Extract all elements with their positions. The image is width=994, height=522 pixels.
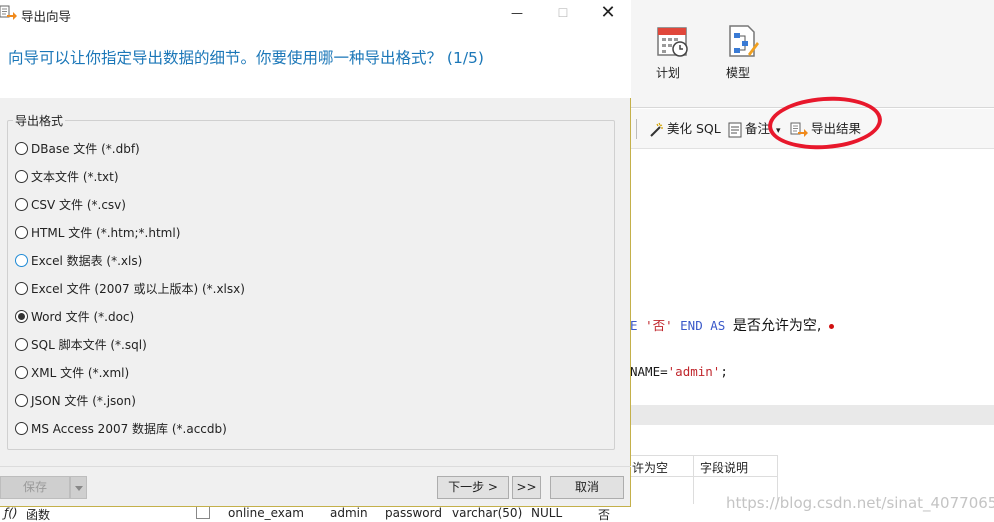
ribbon: 计划 模型 bbox=[630, 0, 994, 108]
wizard-instruction: 向导可以让你指定导出数据的细节。你要使用哪一种导出格式？ (1/5) bbox=[8, 49, 484, 67]
format-option-label: Excel 文件 (2007 或以上版本) (*.xlsx) bbox=[31, 281, 245, 296]
sql-keyword: END AS bbox=[672, 318, 733, 333]
beautify-sql-label: 美化 SQL bbox=[667, 121, 721, 136]
format-option-label: Word 文件 (*.doc) bbox=[31, 309, 135, 324]
sql-keyword: E bbox=[630, 318, 646, 333]
radio-button[interactable] bbox=[15, 421, 28, 435]
radio-button[interactable] bbox=[15, 141, 28, 155]
format-option-xlsx[interactable]: Excel 文件 (2007 或以上版本) (*.xlsx) bbox=[15, 279, 245, 297]
format-option-csv[interactable]: CSV 文件 (*.csv) bbox=[15, 195, 126, 213]
grid-cell[interactable]: varchar(50) bbox=[452, 506, 522, 520]
radio-button[interactable] bbox=[15, 337, 28, 351]
calendar-clock-icon bbox=[657, 27, 688, 57]
grid-cell[interactable]: NULL bbox=[531, 506, 562, 520]
minimize-button[interactable]: — bbox=[494, 0, 540, 28]
grid-cell[interactable]: online_exam bbox=[228, 506, 304, 520]
sql-text: ; bbox=[720, 364, 728, 379]
format-option-label: Excel 数据表 (*.xls) bbox=[31, 253, 143, 268]
format-option-dbf[interactable]: DBase 文件 (*.dbf) bbox=[15, 139, 140, 157]
beautify-sql-button[interactable]: 美化 SQL bbox=[648, 120, 721, 138]
sidebar-item-functions[interactable]: 函数 bbox=[26, 506, 50, 522]
format-option-xls[interactable]: Excel 数据表 (*.xls) bbox=[15, 251, 142, 269]
grid-cell[interactable]: 否 bbox=[598, 506, 610, 522]
sql-alias: 是否允许为空, bbox=[732, 318, 822, 334]
notes-icon bbox=[728, 122, 742, 137]
dialog-titlebar[interactable]: 导出向导 — ☐ ✕ bbox=[0, 0, 631, 28]
radio-button[interactable] bbox=[15, 309, 28, 323]
export-wizard-icon bbox=[0, 5, 17, 20]
sql-text: NAME= bbox=[630, 364, 668, 379]
format-option-html[interactable]: HTML 文件 (*.htm;*.html) bbox=[15, 223, 180, 241]
grid-column-header[interactable]: 许为空 bbox=[632, 459, 668, 476]
export-wizard-dialog: 导出向导 — ☐ ✕ 向导可以让你指定导出数据的细节。你要使用哪一种导出格式？ … bbox=[0, 0, 631, 507]
result-grid-header: 许为空 字段说明 bbox=[630, 455, 778, 477]
function-icon: ƒ() bbox=[4, 506, 18, 520]
dialog-title: 导出向导 bbox=[21, 9, 72, 24]
save-button[interactable]: 保存 bbox=[0, 476, 70, 499]
notes-label: 备注 bbox=[745, 121, 771, 136]
format-option-label: CSV 文件 (*.csv) bbox=[31, 197, 126, 212]
format-option-label: HTML 文件 (*.htm;*.html) bbox=[31, 225, 181, 240]
radio-button[interactable] bbox=[15, 253, 28, 267]
maximize-icon: ☐ bbox=[557, 6, 569, 20]
watermark: https://blog.csdn.net/sinat_40770656 bbox=[726, 494, 994, 512]
radio-button[interactable] bbox=[15, 393, 28, 407]
ribbon-model-label: 模型 bbox=[725, 66, 750, 80]
format-option-label: JSON 文件 (*.json) bbox=[31, 393, 136, 408]
format-option-sql[interactable]: SQL 脚本文件 (*.sql) bbox=[15, 335, 147, 353]
editor-band bbox=[630, 405, 994, 425]
format-option-txt[interactable]: 文本文件 (*.txt) bbox=[15, 167, 119, 185]
radio-button[interactable] bbox=[15, 281, 28, 295]
radio-button[interactable] bbox=[15, 197, 28, 211]
ribbon-schedule-button[interactable]: 计划 bbox=[638, 22, 698, 82]
cancel-button[interactable]: 取消 bbox=[550, 476, 624, 499]
radio-button[interactable] bbox=[15, 169, 28, 183]
last-step-button[interactable]: >> bbox=[512, 476, 541, 499]
close-button[interactable]: ✕ bbox=[585, 0, 631, 28]
grid-column-header[interactable]: 字段说明 bbox=[700, 459, 748, 476]
format-option-label: SQL 脚本文件 (*.sql) bbox=[31, 337, 147, 352]
sql-code-line: E '否' END AS 是否允许为空, bbox=[630, 315, 994, 335]
format-option-json[interactable]: JSON 文件 (*.json) bbox=[15, 391, 136, 409]
format-option-label: MS Access 2007 数据库 (*.accdb) bbox=[31, 421, 227, 436]
toolbar-separator bbox=[636, 119, 637, 139]
format-option-accdb[interactable]: MS Access 2007 数据库 (*.accdb) bbox=[15, 419, 227, 437]
sql-string: 'admin' bbox=[667, 364, 721, 379]
close-icon: ✕ bbox=[600, 2, 616, 23]
format-option-label: XML 文件 (*.xml) bbox=[31, 365, 130, 380]
format-option-label: 文本文件 (*.txt) bbox=[31, 169, 119, 184]
format-option-xml[interactable]: XML 文件 (*.xml) bbox=[15, 363, 129, 381]
grid-cell[interactable]: admin bbox=[330, 506, 368, 520]
export-format-group-label: 导出格式 bbox=[13, 112, 66, 129]
save-dropdown-button[interactable] bbox=[70, 476, 87, 499]
row-checkbox[interactable] bbox=[196, 505, 210, 519]
ribbon-model-button[interactable]: 模型 bbox=[708, 22, 768, 82]
ribbon-schedule-label: 计划 bbox=[655, 66, 680, 80]
maximize-button[interactable]: ☐ bbox=[540, 0, 586, 28]
next-button[interactable]: 下一步 > bbox=[437, 476, 509, 499]
radio-button[interactable] bbox=[15, 365, 28, 379]
radio-button[interactable] bbox=[15, 225, 28, 239]
sql-code-line: NAME='admin'; bbox=[630, 364, 994, 379]
magic-wand-icon bbox=[650, 122, 663, 137]
red-dot-annotation bbox=[829, 324, 835, 329]
model-diagram-icon bbox=[729, 25, 759, 57]
sql-string: '否' bbox=[645, 318, 673, 333]
footer-divider bbox=[0, 466, 631, 467]
format-option-label: DBase 文件 (*.dbf) bbox=[31, 141, 140, 156]
grid-cell[interactable]: password bbox=[385, 506, 442, 520]
wizard-header: 向导可以让你指定导出数据的细节。你要使用哪一种导出格式？ (1/5) bbox=[0, 28, 631, 98]
format-option-doc[interactable]: Word 文件 (*.doc) bbox=[15, 307, 134, 325]
minimize-icon: — bbox=[511, 6, 523, 20]
